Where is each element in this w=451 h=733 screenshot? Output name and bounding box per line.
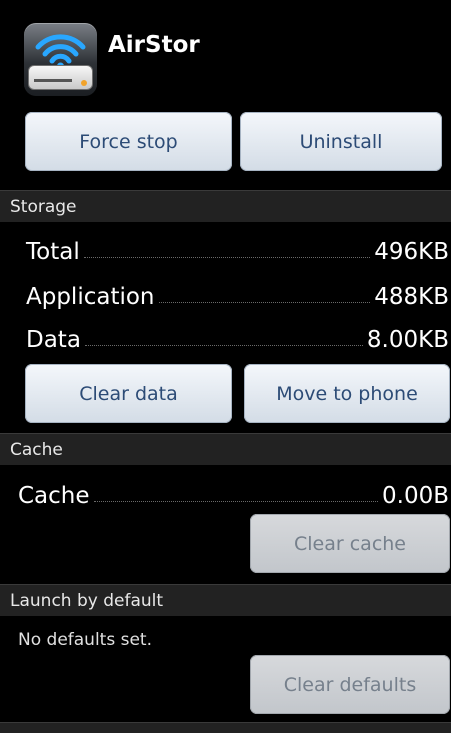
drive-slot bbox=[34, 79, 72, 82]
next-section-header-partial bbox=[0, 722, 451, 733]
move-to-phone-button[interactable]: Move to phone bbox=[244, 364, 450, 423]
launch-default-section-header: Launch by default bbox=[0, 584, 451, 616]
drive-led bbox=[81, 80, 87, 86]
cache-row: Cache 0.00B bbox=[18, 475, 449, 509]
uninstall-button[interactable]: Uninstall bbox=[240, 112, 442, 171]
dotted-leader bbox=[158, 302, 371, 303]
storage-row-application: Application 488KB bbox=[26, 276, 449, 310]
no-defaults-text: No defaults set. bbox=[18, 630, 152, 650]
row-label: Cache bbox=[18, 483, 90, 509]
row-label: Data bbox=[26, 327, 81, 353]
force-stop-button[interactable]: Force stop bbox=[25, 112, 232, 171]
storage-row-data: Data 8.00KB bbox=[26, 319, 449, 353]
storage-row-total: Total 496KB bbox=[26, 231, 449, 265]
clear-defaults-button[interactable]: Clear defaults bbox=[250, 655, 450, 714]
dotted-leader bbox=[93, 501, 378, 502]
clear-data-button[interactable]: Clear data bbox=[25, 364, 232, 423]
row-value: 0.00B bbox=[382, 483, 449, 509]
dotted-leader bbox=[84, 345, 363, 346]
dotted-leader bbox=[83, 257, 371, 258]
row-label: Total bbox=[26, 239, 80, 265]
storage-section-header: Storage bbox=[0, 190, 451, 222]
row-label: Application bbox=[26, 284, 155, 310]
row-value: 496KB bbox=[374, 239, 449, 265]
app-title: AirStor bbox=[108, 32, 200, 58]
row-value: 488KB bbox=[374, 284, 449, 310]
app-icon bbox=[24, 23, 97, 96]
clear-cache-button[interactable]: Clear cache bbox=[250, 514, 450, 573]
cache-section-header: Cache bbox=[0, 433, 451, 465]
row-value: 8.00KB bbox=[366, 327, 449, 353]
drive-tray bbox=[28, 65, 93, 90]
